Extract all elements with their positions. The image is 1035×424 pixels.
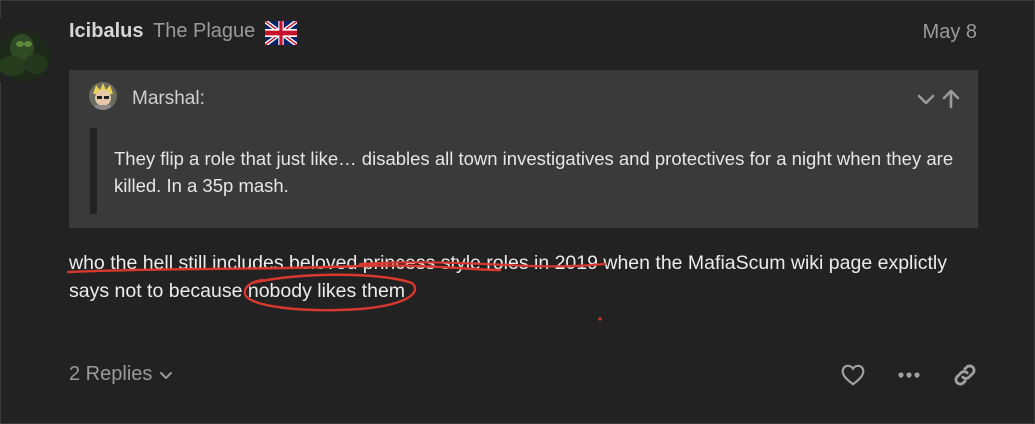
post-body: who the hell still includes beloved prin… bbox=[69, 252, 947, 302]
quote-author-avatar[interactable] bbox=[89, 82, 117, 110]
replies-button[interactable]: 2 Replies bbox=[69, 363, 174, 386]
union-jack-flag-icon bbox=[264, 18, 298, 48]
user-avatar[interactable] bbox=[0, 18, 56, 82]
replies-label: 2 Replies bbox=[69, 363, 153, 385]
quote-author: Marshal: bbox=[132, 88, 205, 109]
user-title: The Plague bbox=[153, 20, 256, 42]
ellipsis-icon[interactable] bbox=[896, 362, 922, 388]
chevron-down-icon bbox=[160, 371, 173, 379]
username[interactable]: Icibalus bbox=[69, 20, 143, 43]
post-date[interactable]: May 8 bbox=[923, 21, 977, 44]
arrow-up-icon[interactable] bbox=[941, 88, 961, 110]
quote-block: Marshal: They flip a role that just like… bbox=[69, 70, 978, 228]
quote-text: They flip a role that just like… disable… bbox=[114, 148, 954, 196]
link-icon[interactable] bbox=[952, 362, 978, 388]
heart-icon[interactable] bbox=[840, 362, 866, 388]
quote-bar bbox=[90, 128, 97, 214]
chevron-down-icon[interactable] bbox=[916, 88, 936, 110]
